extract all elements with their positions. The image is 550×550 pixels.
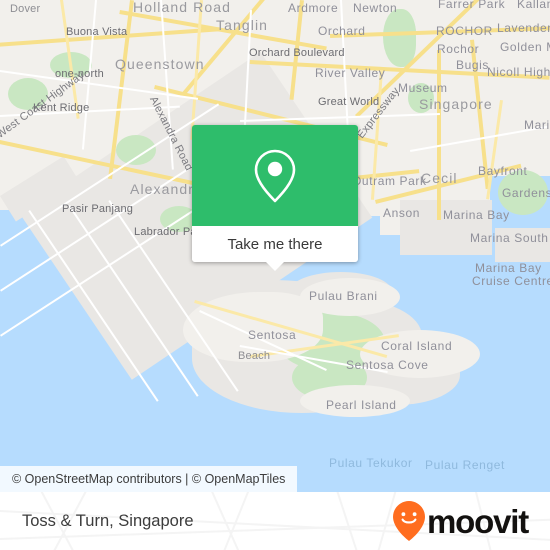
map-label: Bugis	[456, 58, 490, 72]
map-label: Nicoll Highway	[487, 65, 550, 79]
take-me-there-button[interactable]: Take me there	[192, 226, 358, 262]
map-label: Ardmore	[288, 1, 339, 15]
place-title: Toss & Turn, Singapore	[22, 511, 194, 530]
map-attribution-bar: © OpenStreetMap contributors | © OpenMap…	[0, 466, 298, 492]
moovit-pin-icon	[393, 501, 426, 541]
map-label: Pulau Tekukor	[329, 456, 413, 470]
map-label: Holland Road	[133, 0, 232, 15]
map-label: Kallang	[517, 0, 550, 11]
map-label: Orchard Boulevard	[249, 47, 345, 59]
map-attribution-text: © OpenStreetMap contributors | © OpenMap…	[12, 472, 286, 486]
map-label: Orchard	[318, 24, 366, 38]
map-road-rochor	[437, 50, 441, 220]
take-me-there-label: Take me there	[227, 235, 323, 253]
map-pin-icon	[254, 149, 296, 202]
map-label: Sentosa	[248, 328, 297, 342]
map-label: Gardens by	[502, 186, 550, 200]
footer-content: Toss & Turn, Singapore moovit	[0, 492, 550, 550]
popup-header	[192, 125, 358, 226]
map-label: Cruise Centre	[472, 274, 550, 288]
map-label: Rochor	[437, 42, 480, 56]
map-label: Marina Bay	[475, 261, 542, 275]
moovit-logo[interactable]: moovit	[392, 500, 529, 542]
map-label: Golden Mile	[500, 40, 550, 54]
map-label: Tanglin	[216, 17, 269, 33]
popup-pointer	[265, 261, 285, 271]
map-label: Sentosa Cove	[346, 358, 429, 372]
map-label: Great World	[318, 96, 380, 108]
map-label: Anson	[383, 206, 421, 220]
footer-bar: Toss & Turn, Singapore moovit	[0, 492, 550, 550]
map-label: Farrer Park	[438, 0, 506, 11]
map-label: Museum	[398, 81, 448, 95]
map-label: Newton	[353, 1, 398, 15]
map-label: Pulau Brani	[309, 289, 378, 303]
map-label: Pulau Renget	[425, 458, 505, 472]
map-label: Coral Island	[381, 339, 453, 353]
map-label: Marina Bay	[443, 208, 510, 222]
map-label: Marin	[524, 118, 550, 132]
moovit-map-screen: Dover Holland Road Ardmore Newton Farrer…	[0, 0, 550, 550]
map-label: Cecil	[421, 170, 458, 186]
map-label: Lavender	[497, 21, 550, 35]
map-label: Bayfront	[478, 164, 528, 178]
moovit-wordmark: moovit	[427, 502, 529, 540]
map-label: Dover	[10, 3, 41, 15]
map-label: Outram Park	[352, 174, 427, 188]
map-label: Singapore	[419, 96, 493, 112]
map-label: Beach	[238, 350, 271, 362]
map-label: ROCHOR	[436, 24, 493, 38]
map-label: River Valley	[315, 66, 386, 80]
map-label: Pearl Island	[326, 398, 397, 412]
map-canvas[interactable]: Dover Holland Road Ardmore Newton Farrer…	[0, 0, 550, 492]
location-popup-card[interactable]: Take me there	[192, 125, 358, 271]
map-label: Queenstown	[115, 56, 205, 72]
map-park-hortpark	[116, 135, 156, 165]
map-label: Marina South Pier	[470, 231, 550, 245]
map-label: Buona Vista	[66, 26, 128, 38]
map-label: Pasir Panjang	[62, 203, 134, 215]
